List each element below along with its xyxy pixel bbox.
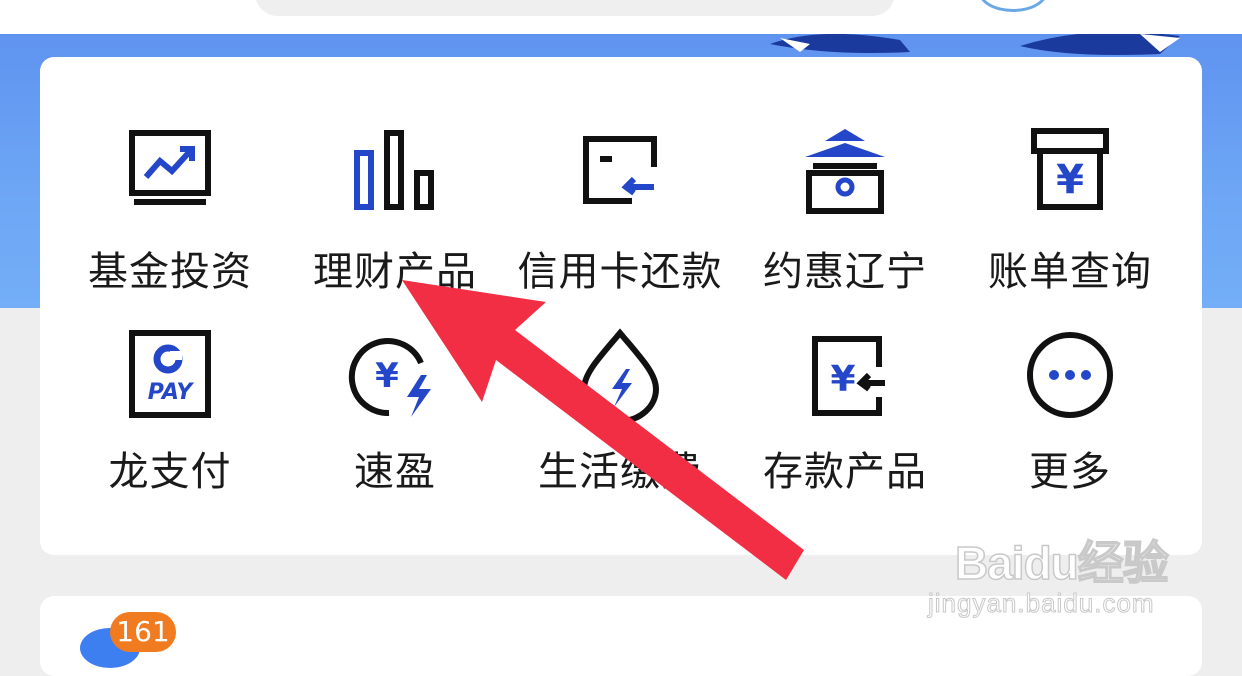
svg-text:¥: ¥: [375, 356, 399, 396]
service-fund-investment[interactable]: 基金投资: [55, 127, 285, 327]
more-icon: [1027, 332, 1113, 418]
service-bill-query[interactable]: ¥ 账单查询: [955, 127, 1185, 327]
pay-icon: PAY: [129, 330, 211, 418]
yuan-flash-icon: ¥: [348, 338, 431, 417]
drop-flash-icon: [580, 328, 660, 424]
service-label: 更多: [1029, 449, 1111, 495]
service-deposit-products[interactable]: ¥ 存款产品: [730, 327, 960, 527]
yuan-box-icon: ¥: [1031, 128, 1109, 210]
service-label: 生活缴费: [538, 449, 702, 495]
service-credit-card-repay[interactable]: 信用卡还款: [505, 127, 735, 327]
service-label: 账单查询: [988, 249, 1152, 295]
service-suying[interactable]: ¥ 速盈: [280, 327, 510, 527]
service-long-pay[interactable]: PAY 龙支付: [55, 327, 285, 527]
svg-text:¥: ¥: [830, 359, 855, 400]
service-label: 存款产品: [763, 449, 927, 495]
monitor-chart-icon: [129, 130, 211, 205]
notification-badge: 161: [110, 612, 176, 652]
pavilion-icon: [805, 129, 885, 214]
watermark-url: jingyan.baidu.com: [928, 588, 1155, 619]
avatar[interactable]: [978, 0, 1048, 12]
service-more[interactable]: 更多: [955, 327, 1185, 527]
service-label: 理财产品: [313, 249, 477, 295]
service-wealth-products[interactable]: 理财产品: [280, 127, 510, 327]
banner-illustration: [770, 34, 1180, 55]
top-bar: [0, 0, 1242, 34]
card-repay-icon: [583, 136, 657, 204]
service-label: 约惠辽宁: [763, 249, 927, 295]
search-bar[interactable]: [255, 0, 895, 16]
bar-chart-icon: [354, 130, 434, 210]
service-label: 龙支付: [108, 449, 232, 495]
service-label: 基金投资: [88, 249, 252, 295]
service-label: 信用卡还款: [517, 249, 723, 295]
service-label: 速盈: [354, 449, 436, 495]
service-utility-payment[interactable]: 生活缴费: [505, 327, 735, 527]
services-card: 基金投资 理财产品 信用卡还款 约惠辽宁 ¥ 账单查询 PAY 龙支付 ¥ 速盈…: [40, 57, 1202, 555]
deposit-icon: ¥: [812, 336, 885, 416]
watermark-logo: Baidu经验: [954, 536, 1169, 590]
service-yuehui-liaoning[interactable]: 约惠辽宁: [730, 127, 960, 327]
svg-text:PAY: PAY: [148, 380, 195, 405]
svg-text:¥: ¥: [1056, 157, 1084, 203]
